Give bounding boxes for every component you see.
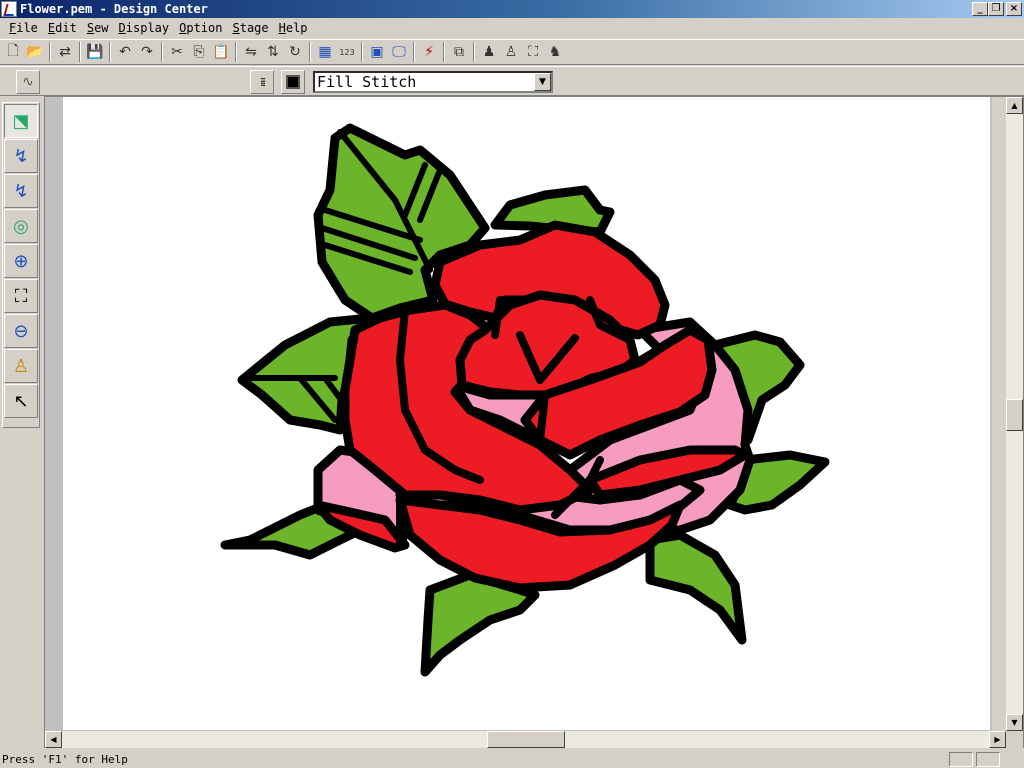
menu-sew[interactable]: Sew [82,21,114,35]
new-file-icon[interactable]: 🗋 [2,41,24,63]
copy-icon[interactable]: ⎘ [188,41,210,63]
rotate-icon[interactable]: ↻ [284,41,306,63]
title-bar: Flower.pem - Design Center _ ❐ × [0,0,1024,18]
undo-icon[interactable]: ↶ [114,41,136,63]
design-canvas[interactable] [63,97,990,730]
menu-edit[interactable]: Edit [43,21,82,35]
close-button[interactable]: × [1006,2,1022,16]
status-help-text: Press 'F1' for Help [2,752,128,766]
grid-icon[interactable]: ▦ [314,41,336,63]
chevron-down-icon[interactable]: ▼ [534,73,551,91]
line-sew-tool-icon[interactable]: ↯ [4,139,38,173]
stitch-toolbar: ∿ ⁞⁞⁞ Fill Stitch ▼ [0,66,1024,96]
scroll-left-icon[interactable]: ◀ [45,731,62,748]
stamp-icon[interactable]: ♙ [4,349,38,383]
region-sew-tool-icon[interactable]: ⬔ [4,104,38,138]
menu-option[interactable]: Option [174,21,227,35]
status-pane-2 [976,751,1000,767]
stage-mask-icon[interactable]: ♙ [500,41,522,63]
select-stamp-icon[interactable]: ↖ [4,384,38,418]
minimize-button[interactable]: _ [972,2,988,16]
scrollbar-corner [1006,731,1023,748]
maximize-button[interactable]: ❐ [988,2,1004,16]
scroll-right-icon[interactable]: ▶ [989,731,1006,748]
cut-icon[interactable]: ✂ [166,41,188,63]
scroll-down-icon[interactable]: ▼ [1006,714,1023,731]
stitch-direction-icon[interactable]: ⁞⁞⁞ [250,70,274,94]
preview-icon[interactable]: ▣ [366,41,388,63]
tool-palette: ⬔ ↯ ↯ ◎ ⊕ ⛶ ⊖ ♙ ↖ [2,102,40,428]
stitch-numbers-icon[interactable]: 123 [336,41,358,63]
mirror-icon[interactable]: ⇋ [240,41,262,63]
import-icon[interactable]: ⇄ [54,41,76,63]
stage-figure-icon[interactable]: ♞ [544,41,566,63]
curve-icon[interactable]: ∿ [16,70,40,94]
menu-display[interactable]: Display [114,21,175,35]
fill-color-icon[interactable] [281,70,305,94]
menu-stage[interactable]: Stage [227,21,273,35]
flip-icon[interactable]: ⇅ [262,41,284,63]
app-icon[interactable] [1,1,17,17]
stitch-type-select[interactable]: Fill Stitch ▼ [313,71,553,93]
monitor-icon[interactable]: 🖵 [388,41,410,63]
zoom-in-icon[interactable]: ⊕ [4,244,38,278]
window-icon[interactable]: ⧉ [448,41,470,63]
menu-bar: File Edit Sew Display Option Stage Help [0,19,1024,37]
stitch-type-value: Fill Stitch [317,73,417,91]
menu-file[interactable]: File [4,21,43,35]
sew-icon[interactable]: ⚡ [418,41,440,63]
region-fill-tool-icon[interactable]: ◎ [4,209,38,243]
scroll-up-icon[interactable]: ▲ [1006,97,1023,114]
paste-icon[interactable]: 📋 [210,41,232,63]
menu-help[interactable]: Help [274,21,313,35]
status-bar: Press 'F1' for Help [0,750,1024,768]
main-toolbar: 🗋 📂 ⇄ 💾 ↶ ↷ ✂ ⎘ 📋 ⇋ ⇅ ↻ ▦ 123 ▣ 🖵 ⚡ ⧉ ♟ … [0,39,1024,65]
stage-line-icon[interactable]: ⛶ [522,41,544,63]
horizontal-scrollbar[interactable]: ◀ ▶ [45,731,1006,748]
save-icon[interactable]: 💾 [84,41,106,63]
leaf-bottom-right [645,530,747,645]
horizontal-scroll-thumb[interactable] [487,731,565,748]
open-folder-icon[interactable]: 📂 [24,41,46,63]
line-sew-alt-tool-icon[interactable]: ↯ [4,174,38,208]
vertical-scrollbar[interactable]: ▲ ▼ [1006,97,1023,731]
stage-original-icon[interactable]: ♟ [478,41,500,63]
redo-icon[interactable]: ↷ [136,41,158,63]
zoom-fit-icon[interactable]: ⛶ [4,279,38,313]
resize-grip-icon[interactable] [1003,752,1021,767]
status-pane-1 [949,751,973,767]
rose-design [220,123,830,677]
window-title: Flower.pem - Design Center [20,2,208,16]
zoom-out-icon[interactable]: ⊖ [4,314,38,348]
vertical-scroll-thumb[interactable] [1006,399,1023,431]
